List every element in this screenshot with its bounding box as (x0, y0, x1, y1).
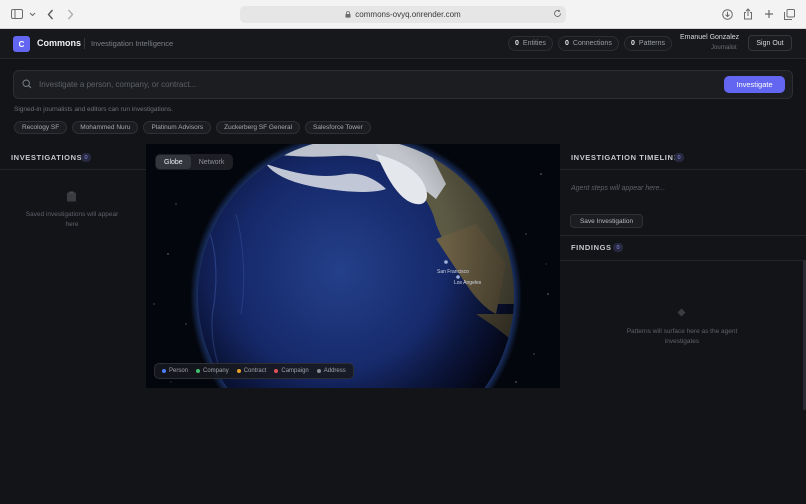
legend-dot (274, 369, 279, 373)
legend-campaign: Campaign (274, 368, 309, 374)
findings-empty: Patterns will surface here as the agent … (626, 328, 738, 345)
investigations-count: 0 (81, 153, 91, 162)
legend-dot (162, 369, 166, 373)
stat-connections: 0 Connections (558, 36, 619, 51)
search-input[interactable] (39, 76, 709, 93)
legend-label: Address (323, 368, 346, 374)
panel-divider (0, 169, 146, 170)
stat-entities: 0 Entities (508, 36, 553, 51)
download-icon[interactable] (722, 6, 733, 22)
legend-person: Person (162, 368, 188, 374)
stat-label: Entities (522, 40, 546, 47)
timeline-placeholder: Agent steps will appear here... (571, 185, 666, 192)
browser-toolbar: commons-ovyq.onrender.com (0, 0, 806, 29)
diamond-icon (677, 308, 686, 317)
stat-label: Patterns (638, 40, 665, 47)
tab-network[interactable]: Network (191, 155, 233, 169)
share-icon[interactable] (743, 6, 753, 22)
view-toggle: Globe Network (155, 154, 234, 170)
legend-dot (316, 369, 321, 373)
stat-count: 0 (631, 40, 635, 47)
stat-patterns: 0 Patterns (624, 36, 672, 51)
back-icon[interactable] (47, 6, 54, 22)
brand-name: Commons (37, 38, 82, 48)
suggestion-chip[interactable]: Zuckerberg SF General (216, 121, 301, 134)
legend-label: Person (169, 368, 189, 374)
user-role: Journalist (711, 45, 737, 51)
logo: C (13, 36, 30, 52)
save-investigation-button[interactable]: Save Investigation (570, 214, 643, 228)
timeline-count: 0 (674, 153, 684, 162)
legend-dot (236, 369, 241, 373)
tabs-icon[interactable] (784, 6, 795, 22)
reload-icon[interactable] (553, 9, 562, 18)
suggestion-chip[interactable]: Platinum Advisors (143, 121, 212, 134)
legend-label: Campaign (281, 368, 309, 374)
city-label: Los Angeles (454, 280, 482, 286)
right-panel (560, 144, 806, 504)
header-divider (84, 38, 85, 49)
suggestion-chip[interactable]: Recology SF (14, 121, 68, 134)
legend-dot (196, 369, 201, 373)
city-label: San Francisco (437, 269, 469, 275)
investigate-button[interactable]: Investigate (724, 76, 785, 93)
panel-divider (560, 235, 806, 236)
suggestion-chip[interactable]: Salesforce Tower (305, 121, 371, 134)
findings-title: FINDINGS (571, 243, 612, 252)
url-text: commons-ovyq.onrender.com (355, 10, 461, 19)
timeline-title: INVESTIGATION TIMELINE (571, 153, 680, 162)
app-subtitle: Investigation Intelligence (91, 39, 174, 48)
legend-label: Company (203, 368, 229, 374)
clipboard-icon (67, 191, 76, 202)
legend-address: Address (316, 368, 346, 374)
stat-count: 0 (565, 40, 569, 47)
panel-divider (560, 169, 806, 170)
user-name: Emanuel Gonzalez (680, 34, 740, 41)
forward-icon[interactable] (67, 6, 74, 22)
search-hint: Signed-in journalists and editors can ru… (14, 106, 173, 113)
findings-count: 0 (613, 243, 623, 252)
map-legend: Person Company Contract Campaign Address (154, 363, 354, 379)
legend-company: Company (196, 368, 229, 374)
investigations-empty: Saved investigations will appear here (25, 211, 119, 228)
globe-view[interactable]: San Francisco Los Angeles (146, 144, 560, 388)
stat-label: Connections (572, 40, 612, 47)
sidebar-icon[interactable] (11, 6, 23, 22)
stat-count: 0 (515, 40, 519, 47)
legend-label: Contract (243, 368, 267, 374)
chevron-down-icon[interactable] (29, 6, 36, 22)
suggestion-chip[interactable]: Mohammed Nuru (72, 121, 139, 134)
suggestion-chips: Recology SF Mohammed Nuru Platinum Advis… (14, 121, 371, 134)
panel-divider (560, 260, 806, 261)
globe-canvas[interactable]: San Francisco Los Angeles (146, 144, 560, 388)
sign-out-button[interactable]: Sign Out (748, 35, 792, 51)
legend-contract: Contract (236, 368, 267, 374)
new-tab-icon[interactable] (764, 6, 774, 22)
search-icon (22, 79, 32, 89)
investigations-title: INVESTIGATIONS (11, 153, 83, 162)
lock-icon (345, 11, 351, 18)
address-bar[interactable]: commons-ovyq.onrender.com (240, 6, 566, 23)
tab-globe[interactable]: Globe (156, 155, 191, 169)
